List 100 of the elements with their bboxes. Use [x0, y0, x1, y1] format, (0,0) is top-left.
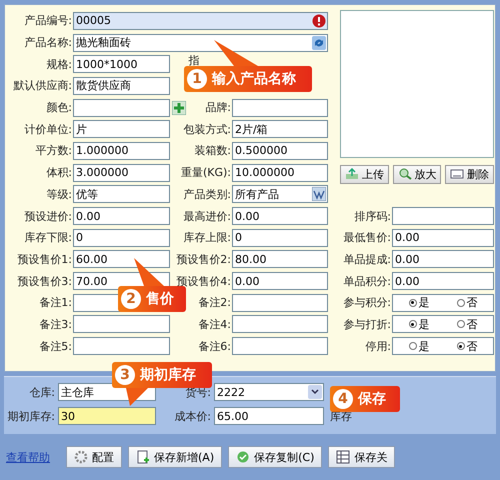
radio-label: 否 [466, 338, 478, 354]
input-field[interactable]: 0 [232, 228, 328, 247]
field-label: 排序码: [354, 208, 392, 224]
input-field[interactable]: 1.000000 [73, 142, 170, 160]
input-field[interactable]: 优等 [73, 185, 170, 204]
field-label: 仓库: [29, 384, 56, 400]
pointer-arrow [126, 388, 148, 406]
input-field[interactable]: 65.00 [214, 407, 324, 425]
pointer-arrow [214, 40, 258, 66]
input-field[interactable]: 60.00 [73, 250, 170, 268]
radio-button[interactable] [408, 342, 416, 350]
callout-text: 期初库存 [140, 366, 196, 384]
gear-icon [74, 450, 88, 464]
field-label: 颜色: [46, 100, 73, 116]
toolbar-button[interactable]: 保存关 [328, 446, 396, 468]
input-field[interactable] [392, 207, 494, 226]
input-field[interactable] [232, 98, 328, 117]
image-button[interactable]: 放大 [392, 164, 442, 184]
table-icon [336, 450, 350, 464]
radio-label: 否 [466, 295, 478, 310]
image-button[interactable]: 上传 [340, 164, 389, 184]
radio-button[interactable] [456, 298, 464, 307]
field-label: 平方数: [35, 143, 73, 158]
field-label: 指 [188, 53, 200, 68]
input-field[interactable] [232, 337, 328, 356]
field-label: 默认供应商: [13, 78, 73, 94]
callout-text: 保存 [358, 390, 386, 408]
field-label: 品牌: [205, 100, 232, 116]
callout-text: 输入产品名称 [212, 70, 296, 88]
toolbar-button[interactable]: 保存复制(C) [228, 446, 322, 468]
input-field[interactable] [73, 337, 170, 356]
dropdown-field[interactable]: 2222 [214, 383, 324, 401]
field-label: 重量(KG): [180, 165, 232, 180]
toolbar-button[interactable]: 配置 [66, 446, 122, 468]
radio-label: 否 [466, 316, 478, 332]
lookup-icon[interactable] [312, 187, 326, 202]
field-label: 预设进价: [24, 208, 73, 224]
image-button[interactable]: 删除 [445, 164, 494, 184]
field-label: 备注1: [39, 295, 73, 310]
document-icon [136, 450, 150, 464]
input-field[interactable]: 0.00 [232, 207, 328, 226]
field-label: 库存下限: [24, 230, 73, 246]
radio-button[interactable] [456, 342, 464, 350]
radio-label: 是 [418, 295, 430, 310]
input-field[interactable]: 0 [73, 228, 170, 247]
field-label: 预设售价3: [17, 274, 73, 289]
input-field[interactable]: 30 [58, 407, 156, 425]
field-label: 产品类别: [183, 186, 232, 202]
radio-button[interactable] [408, 320, 416, 328]
input-field[interactable]: 2片/箱 [232, 120, 328, 138]
field-label: 停用: [365, 338, 392, 354]
input-field[interactable]: 0.00 [392, 272, 494, 290]
input-field[interactable] [73, 315, 170, 334]
input-field[interactable]: 80.00 [232, 250, 328, 268]
input-field[interactable]: 00005 [73, 12, 328, 30]
input-field[interactable] [73, 98, 170, 117]
field-label: 最高进价: [183, 208, 232, 224]
dropdown-icon[interactable] [308, 385, 322, 399]
input-field[interactable]: 1000*1000 [73, 55, 170, 74]
input-field[interactable]: 10.000000 [232, 164, 328, 182]
input-field[interactable]: 片 [73, 120, 170, 138]
input-field[interactable]: 0.00 [392, 228, 494, 247]
input-field[interactable]: 3.000000 [73, 164, 170, 182]
field-label: 备注2: [198, 295, 232, 310]
input-field[interactable]: 抛光釉面砖 [73, 34, 328, 52]
input-field[interactable]: 0.500000 [232, 142, 328, 160]
input-field[interactable] [232, 315, 328, 334]
input-field[interactable]: 0.00 [73, 207, 170, 226]
refresh-icon[interactable] [312, 36, 326, 50]
field-label: 备注4: [198, 316, 232, 332]
input-field[interactable]: 所有产品 [232, 185, 328, 204]
radio-label: 是 [418, 316, 430, 332]
field-label: 产品名称: [24, 35, 73, 50]
field-label: 库存 [329, 408, 353, 424]
field-label: 备注5: [39, 338, 73, 354]
field-label: 体积: [46, 165, 73, 180]
pointer-arrow [134, 258, 164, 286]
field-label: 预设售价1: [17, 252, 73, 267]
field-label: 单品提成: [343, 252, 392, 267]
field-label: 最低售价: [343, 230, 392, 246]
input-field[interactable]: 0.00 [232, 272, 328, 290]
zoom-icon [398, 168, 412, 180]
add-icon[interactable] [172, 100, 186, 115]
info-icon[interactable] [312, 14, 326, 28]
input-field[interactable]: 散货供应商 [73, 76, 170, 95]
radio-button[interactable] [408, 298, 416, 307]
field-label: 参与积分: [343, 295, 392, 310]
field-label: 备注6: [198, 338, 232, 354]
radio-label: 是 [418, 338, 430, 354]
callout-text: 售价 [146, 290, 174, 308]
field-label: 产品编号: [24, 13, 73, 28]
field-label: 等级: [46, 186, 73, 202]
input-field[interactable] [232, 294, 328, 312]
field-label: 包装方式: [183, 122, 232, 137]
field-label: 备注3: [39, 316, 73, 332]
toolbar-button[interactable]: 保存新增(A) [128, 446, 222, 468]
input-field[interactable]: 0.00 [392, 250, 494, 268]
radio-button[interactable] [456, 320, 464, 328]
field-label: 规格: [46, 56, 73, 72]
field-label: 装箱数: [194, 143, 232, 158]
